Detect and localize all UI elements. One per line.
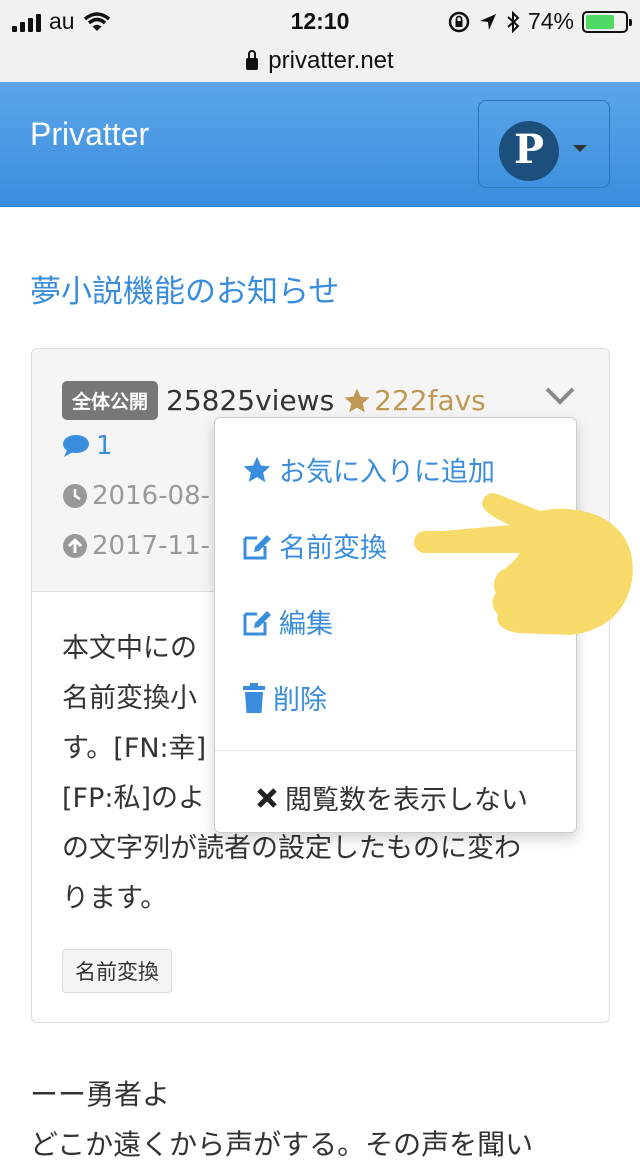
lock-icon [246, 50, 259, 70]
body-line: す。[FN:幸] [62, 733, 207, 764]
status-bar: au 12:10 74% [0, 0, 640, 40]
menu-item-label: 閲覧数を表示しない [285, 785, 528, 816]
star-icon [243, 456, 271, 482]
story-text: ーー勇者よ どこか遠くから声がする。その声を聞い [30, 1070, 533, 1170]
rotation-lock-icon [448, 11, 470, 32]
created-date-text: 2016-08- [92, 481, 211, 511]
menu-divider [215, 750, 576, 751]
menu-item-delete[interactable]: 削除 [241, 678, 327, 717]
menu-item-name-convert[interactable]: 名前変換 [241, 526, 387, 565]
created-date: 2016-08- [62, 481, 210, 511]
fav-count: 222favs [342, 384, 486, 417]
chevron-down-icon[interactable] [544, 379, 576, 411]
body-line: の文字列が読者の設定したものに変わ [62, 833, 521, 864]
updated-date-text: 2017-11- [92, 531, 211, 561]
menu-item-hide-views[interactable]: 閲覧数を表示しない [255, 778, 528, 817]
fav-count-text: 222favs [374, 384, 486, 417]
story-line: どこか遠くから声がする。その声を聞い [30, 1128, 534, 1161]
menu-item-label: 名前変換 [279, 533, 387, 564]
tag-name-convert[interactable]: 名前変換 [62, 949, 172, 993]
clock-icon [63, 484, 87, 508]
brand-logo[interactable]: Privatter [30, 116, 149, 153]
story-line: ーー勇者よ [30, 1078, 171, 1111]
body-line: 名前変換小 [62, 683, 197, 714]
comment-count-text: 1 [96, 431, 113, 461]
battery-icon [582, 10, 632, 33]
menu-item-edit[interactable]: 編集 [241, 602, 333, 641]
address-bar[interactable]: privatter.net [0, 40, 640, 82]
navbar: Privatter P [0, 82, 640, 207]
close-icon [257, 787, 277, 808]
body-line: [FP:私]のよ [62, 783, 205, 814]
star-icon [344, 388, 370, 412]
menu-item-add-favorite[interactable]: お気に入りに追加 [241, 450, 495, 489]
battery-percent: 74% [527, 8, 574, 34]
user-menu-toggle[interactable]: P [478, 100, 610, 188]
view-count: 25825views [166, 384, 335, 417]
location-icon [479, 13, 496, 30]
post-action-menu: お気に入りに追加 名前変換 編集 削除 閲覧数を表示しない [214, 417, 577, 833]
menu-item-label: お気に入りに追加 [279, 457, 495, 488]
avatar: P [499, 121, 559, 181]
edit-icon [243, 534, 271, 559]
updated-date: 2017-11- [62, 531, 210, 561]
page-title[interactable]: 夢小説機能のお知らせ [30, 266, 339, 311]
upload-circle-icon [63, 534, 87, 558]
comment-count[interactable]: 1 [62, 431, 113, 461]
trash-icon [243, 682, 265, 713]
caret-down-icon [573, 145, 587, 152]
body-line: ります。 [62, 883, 168, 914]
body-line: 本文中にの [62, 633, 197, 664]
menu-item-label: 編集 [279, 609, 333, 640]
comment-icon [63, 435, 89, 457]
url-text: privatter.net [268, 47, 394, 74]
edit-icon [243, 610, 271, 635]
bluetooth-icon [507, 10, 520, 33]
menu-item-label: 削除 [273, 685, 327, 716]
visibility-badge: 全体公開 [62, 381, 159, 420]
